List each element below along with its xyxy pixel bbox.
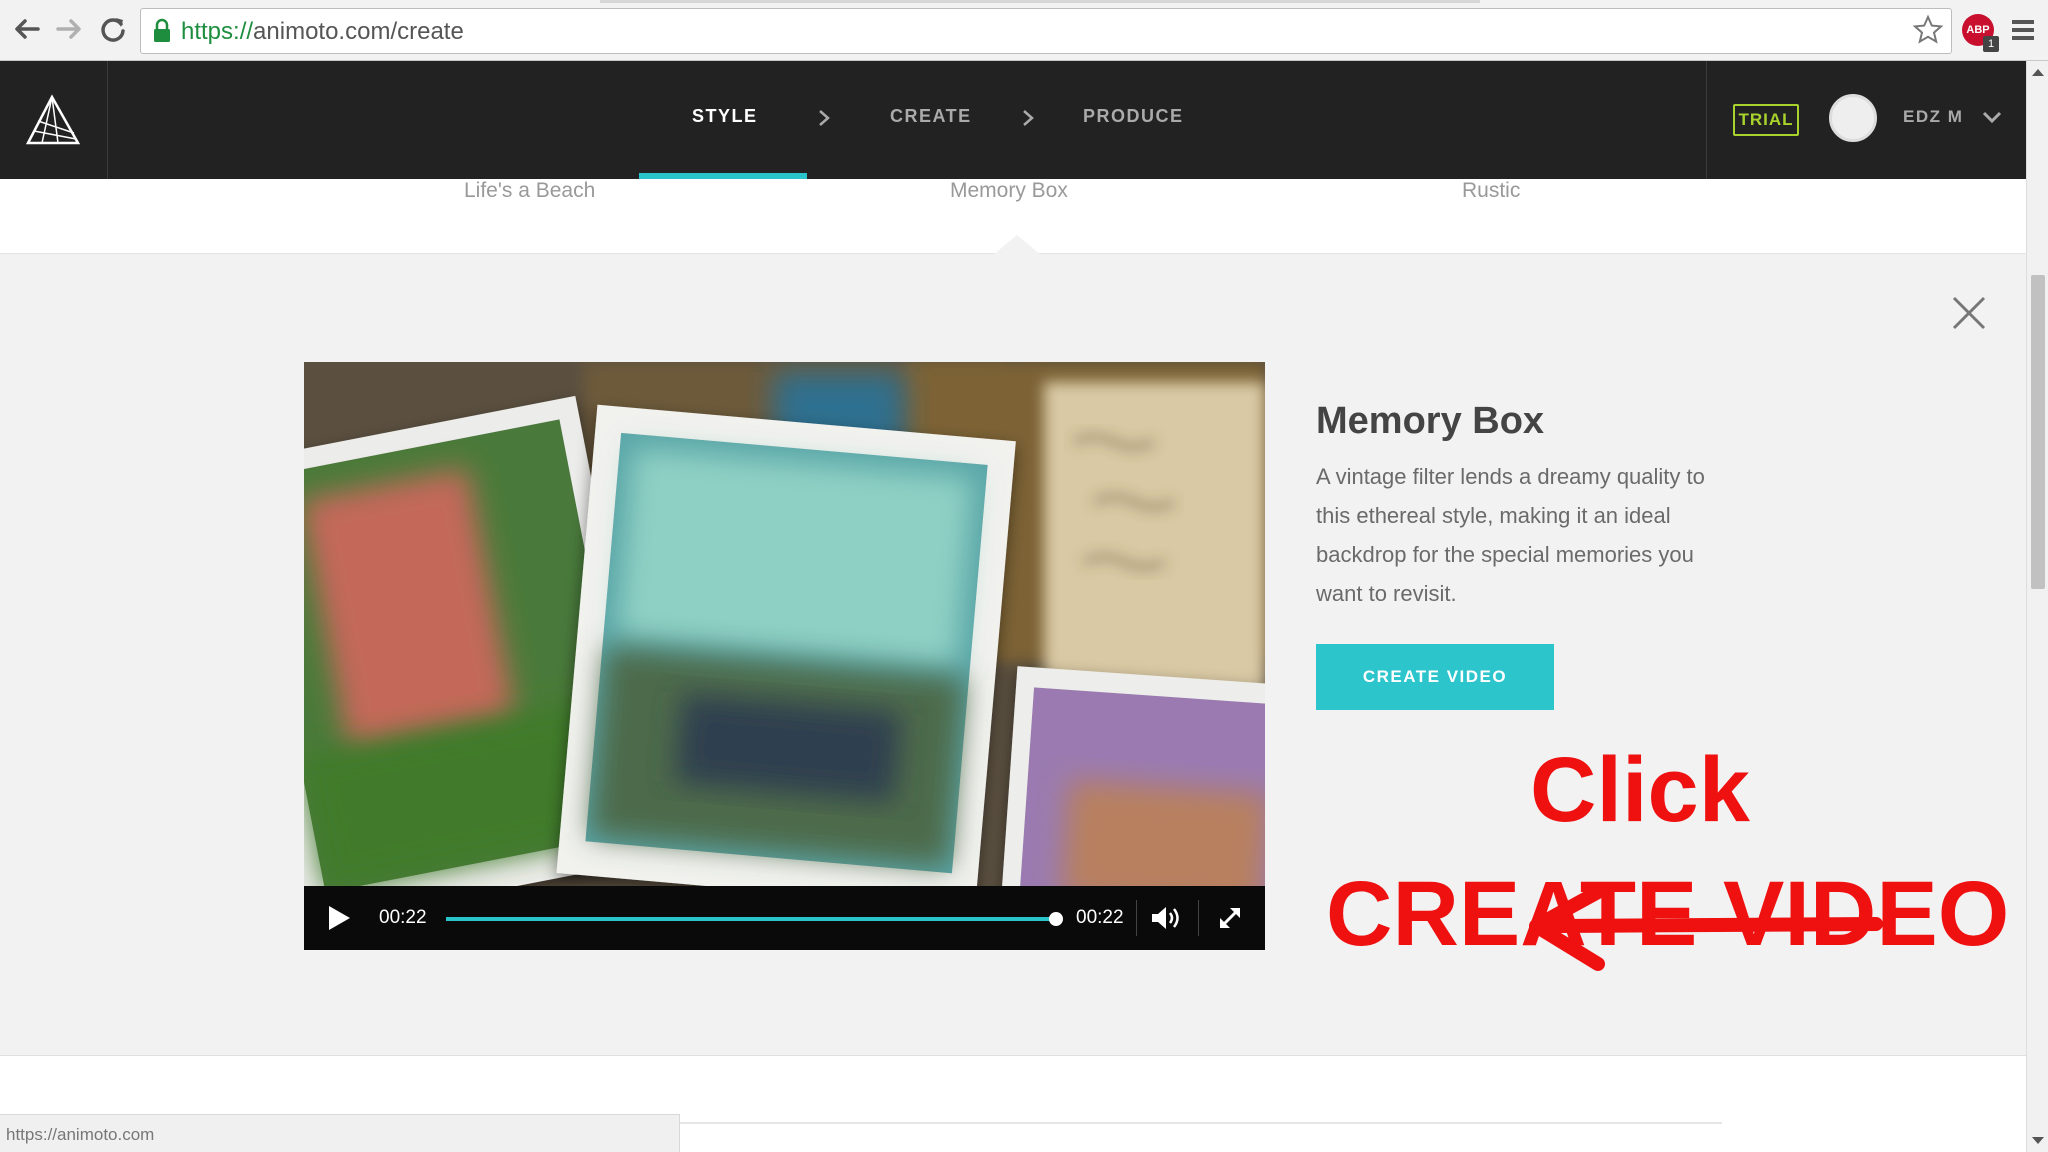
style-info: Memory Box A vintage filter lends a drea… [1316,400,1736,613]
address-url: https://animoto.com/create [181,18,464,46]
step-produce[interactable]: PRODUCE [1083,106,1184,127]
trial-badge: TRIAL [1733,104,1799,136]
app-header: STYLE CREATE PRODUCE TRIAL EDZ M [0,61,2026,179]
user-menu[interactable]: TRIAL EDZ M [1706,61,2026,179]
lock-icon [154,18,170,42]
elapsed-time: 00:22 [379,907,427,928]
url-scheme: https:// [181,18,254,45]
video-controls: 00:22 00:22 [304,886,1265,950]
tab-strip [600,0,1480,3]
selection-caret [993,235,1041,255]
back-arrow-icon[interactable] [10,12,44,46]
step-style[interactable]: STYLE [692,106,758,127]
seek-bar-fill [446,917,1056,921]
control-divider [1198,900,1199,936]
address-bar[interactable]: https://animoto.com/create [140,8,1952,54]
seek-handle[interactable] [1049,912,1063,926]
control-divider [1136,900,1137,936]
style-description: A vintage filter lends a dreamy quality … [1316,464,1705,606]
adblock-label: ABP [1966,24,1990,36]
scroll-up-icon[interactable] [2032,69,2044,76]
total-duration: 00:22 [1076,907,1124,928]
close-icon[interactable] [1950,294,1988,332]
chrome-menu-icon[interactable] [2012,20,2034,44]
annotation-text-create-video: CREATE VIDEO [1326,863,2010,965]
star-icon[interactable] [1912,14,1944,46]
step-create[interactable]: CREATE [890,106,972,127]
style-preview-video[interactable]: 00:22 00:22 [304,362,1265,950]
style-item-rustic[interactable]: Rustic [1462,179,1520,203]
fullscreen-icon[interactable] [1216,904,1244,932]
annotation-text-click: Click [1530,739,1750,841]
user-name[interactable]: EDZ M [1903,107,1963,127]
adblock-count-badge: 1 [1983,36,1999,52]
chevron-right-icon [1023,110,1034,126]
create-video-button[interactable]: CREATE VIDEO [1316,644,1554,710]
video-frame [304,362,1265,950]
reload-icon[interactable] [96,12,130,46]
style-title: Memory Box [1316,400,1545,442]
status-bar-url: https://animoto.com [0,1114,680,1152]
scroll-down-icon[interactable] [2032,1137,2044,1144]
seek-bar[interactable] [446,912,1063,926]
play-icon[interactable] [326,904,352,932]
logo-container[interactable] [0,61,108,179]
scroll-thumb[interactable] [2031,275,2045,589]
forward-arrow-icon[interactable] [52,12,86,46]
style-item-memory-box[interactable]: Memory Box [950,179,1068,203]
animoto-logo-icon[interactable] [24,93,82,149]
style-item-lifes-a-beach[interactable]: Life's a Beach [464,179,595,203]
page-scrollbar[interactable] [2026,61,2048,1152]
app-window: https://animoto.com/create ABP 1 STYLE C… [0,0,2048,1152]
url-path: animoto.com/create [253,18,464,45]
browser-chrome: https://animoto.com/create ABP 1 [0,0,2048,61]
avatar[interactable] [1829,94,1877,142]
chevron-down-icon[interactable] [1981,106,2003,128]
chevron-right-icon [819,110,830,126]
volume-icon[interactable] [1150,904,1182,932]
